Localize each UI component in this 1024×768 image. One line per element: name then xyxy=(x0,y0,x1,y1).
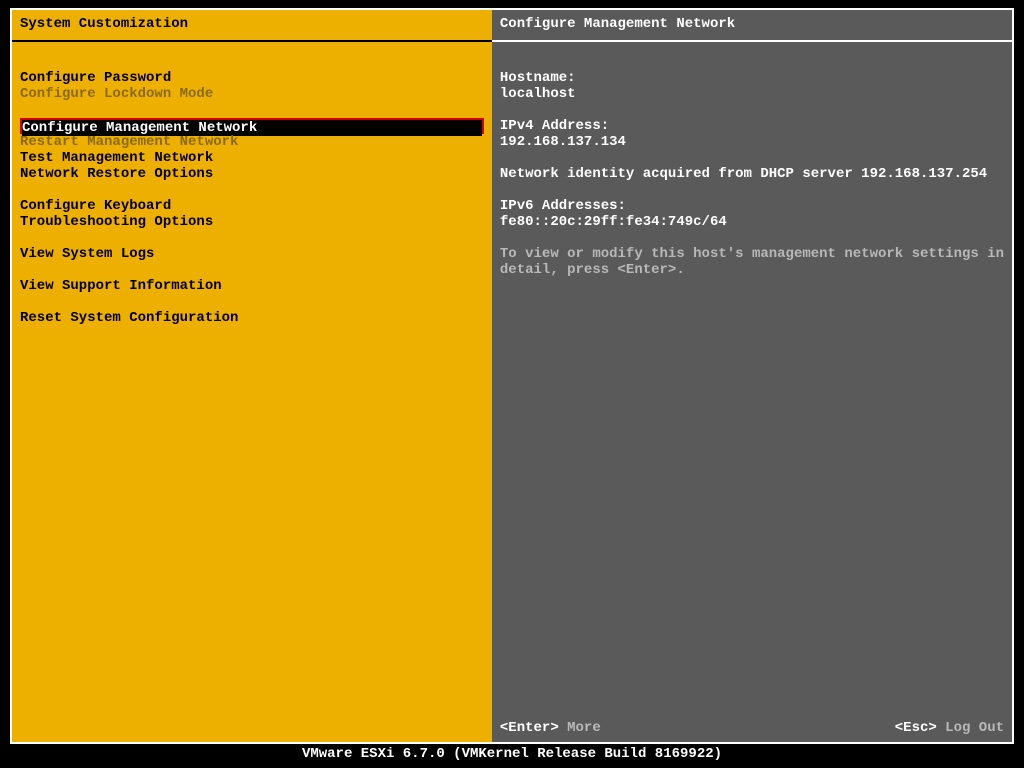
ipv6-value: fe80::20c:29ff:fe34:749c/64 xyxy=(500,214,1004,230)
right-footer: <Enter> More <Esc> Log Out xyxy=(492,720,1012,736)
footer-esc-hint[interactable]: <Esc> Log Out xyxy=(895,720,1004,736)
hint-line-2: detail, press <Enter>. xyxy=(500,262,1004,278)
menu-group-separator xyxy=(12,294,492,310)
menu-group-separator xyxy=(12,102,492,118)
menu-group-separator xyxy=(12,182,492,198)
right-panel-title: Configure Management Network xyxy=(492,10,1012,42)
hostname-label: Hostname: xyxy=(500,70,1004,86)
ipv4-label: IPv4 Address: xyxy=(500,118,1004,134)
hostname-value: localhost xyxy=(500,86,1004,102)
menu-item[interactable]: Troubleshooting Options xyxy=(12,214,492,230)
left-panel: System Customization Configure PasswordC… xyxy=(12,10,492,742)
left-panel-title: System Customization xyxy=(12,10,492,42)
blank-line xyxy=(500,102,1004,118)
esc-key-label: <Esc> xyxy=(895,720,937,736)
blank-line xyxy=(500,230,1004,246)
right-panel-body: Hostname: localhost IPv4 Address: 192.16… xyxy=(492,42,1012,742)
menu-item[interactable]: Reset System Configuration xyxy=(12,310,492,326)
menu-item[interactable]: View Support Information xyxy=(12,278,492,294)
ipv6-label: IPv6 Addresses: xyxy=(500,198,1004,214)
menu-item[interactable]: Network Restore Options xyxy=(12,166,492,182)
blank-line xyxy=(500,150,1004,166)
menu-item[interactable]: Test Management Network xyxy=(12,150,492,166)
dhcp-line: Network identity acquired from DHCP serv… xyxy=(500,166,1004,182)
ipv4-value: 192.168.137.134 xyxy=(500,134,1004,150)
menu-item: Configure Lockdown Mode xyxy=(12,86,492,102)
esxi-dcui-screen: System Customization Configure PasswordC… xyxy=(0,0,1024,768)
blank-line xyxy=(500,182,1004,198)
enter-action-label: More xyxy=(559,720,601,736)
menu-list: Configure PasswordConfigure Lockdown Mod… xyxy=(12,42,492,742)
enter-key-label: <Enter> xyxy=(500,720,559,736)
menu-item[interactable]: Configure Keyboard xyxy=(12,198,492,214)
right-panel: Configure Management Network Hostname: l… xyxy=(492,10,1012,742)
menu-item[interactable]: Restart Management Network xyxy=(12,134,492,150)
footer-enter-hint[interactable]: <Enter> More xyxy=(500,720,601,736)
menu-group-separator xyxy=(12,230,492,246)
esc-action-label: Log Out xyxy=(937,720,1004,736)
main-frame: System Customization Configure PasswordC… xyxy=(10,8,1014,744)
menu-group-separator xyxy=(12,262,492,278)
menu-item[interactable]: Configure Password xyxy=(12,70,492,86)
menu-item[interactable]: View System Logs xyxy=(12,246,492,262)
menu-item-selected-highlight[interactable]: Configure Management Network xyxy=(20,118,484,134)
status-bar: VMware ESXi 6.7.0 (VMKernel Release Buil… xyxy=(0,746,1024,764)
hint-line-1: To view or modify this host's management… xyxy=(500,246,1004,262)
